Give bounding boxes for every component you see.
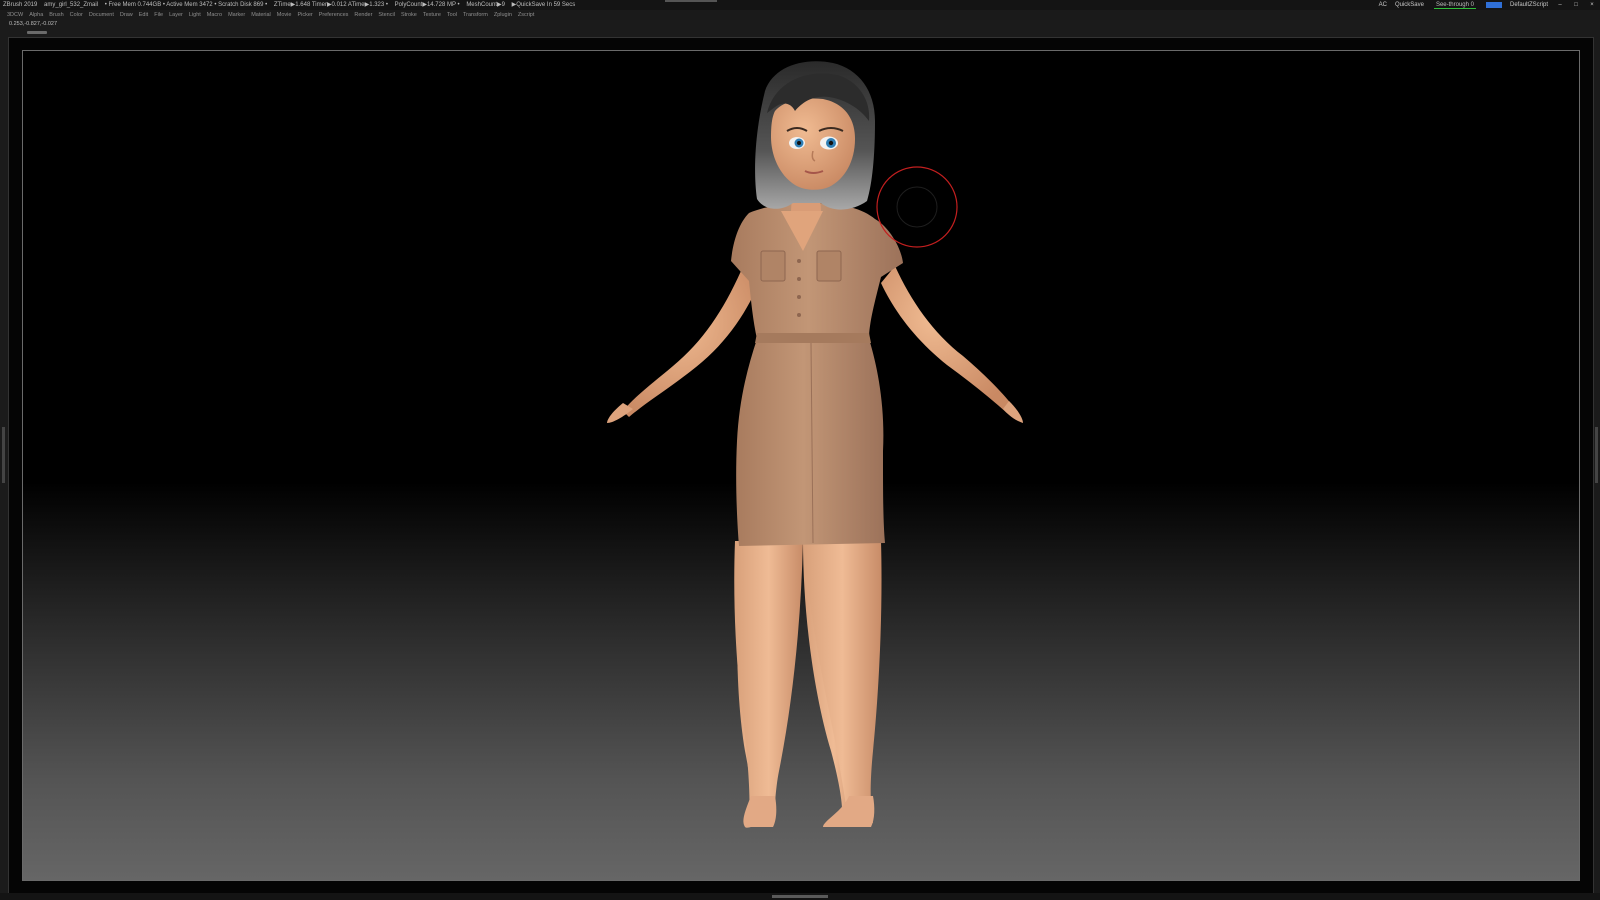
menu-item-3dcw[interactable]: 3DCW [7, 10, 23, 20]
menu-item-transform[interactable]: Transform [463, 10, 488, 20]
title-right-controls: AC QuickSave See-through 0 DefaultZScrip… [1379, 0, 1596, 10]
window-minimize-icon[interactable]: – [1556, 0, 1564, 10]
left-arm [623, 271, 759, 417]
left-pupil [797, 141, 801, 145]
quicksave-countdown: ▶QuickSave In 59 Secs [511, 2, 576, 8]
menu-item-document[interactable]: Document [89, 10, 114, 20]
document-canvas[interactable] [22, 50, 1580, 881]
status-line: ZBrush 2019 amy_girl_532_Zmail • Free Me… [3, 0, 580, 10]
dress-belt [755, 333, 871, 343]
menu-item-marker[interactable]: Marker [228, 10, 245, 20]
menu-item-picker[interactable]: Picker [297, 10, 312, 20]
project-name: amy_girl_532_Zmail [44, 2, 99, 8]
left-pocket [760, 250, 786, 282]
menu-item-tool[interactable]: Tool [447, 10, 457, 20]
menu-bar: 3DCW Alpha Brush Color Document Draw Edit File L… [0, 10, 1600, 20]
menu-item-layer[interactable]: Layer [169, 10, 183, 20]
menu-item-file[interactable]: File [154, 10, 163, 20]
menu-item-zplugin[interactable]: Zplugin [494, 10, 512, 20]
menus-toggle[interactable] [1485, 2, 1502, 8]
menu-item-texture[interactable]: Texture [423, 10, 441, 20]
brush-cursor-inner [896, 186, 938, 228]
menu-item-material[interactable]: Material [251, 10, 271, 20]
menu-item-color[interactable]: Color [70, 10, 83, 20]
window-restore-icon[interactable]: □ [1572, 0, 1580, 10]
menu-items: 3DCW Alpha Brush Color Document Draw Edit File L… [7, 10, 534, 20]
menu-item-alpha[interactable]: Alpha [29, 10, 43, 20]
brush-cursor [876, 166, 958, 248]
see-through-bar [1433, 8, 1476, 9]
left-tray-handle[interactable] [2, 427, 5, 483]
right-pocket [816, 250, 842, 282]
default-zscript-button[interactable]: DefaultZScript [1510, 0, 1548, 10]
dress-skirt [736, 339, 885, 546]
tray-slider[interactable] [27, 31, 47, 34]
window-close-icon[interactable]: × [1588, 0, 1596, 10]
right-arm [881, 266, 1013, 413]
menu-item-edit[interactable]: Edit [139, 10, 148, 20]
meshcount-stat: MeshCount▶9 [466, 2, 505, 8]
menu-item-zscript[interactable]: Zscript [518, 10, 535, 20]
app-name: ZBrush 2019 [3, 2, 38, 8]
menu-item-preferences[interactable]: Preferences [319, 10, 349, 20]
quicksave-button[interactable]: QuickSave [1395, 0, 1424, 10]
time-stats: ZTime▶1.648 Timer▶0.012 ATime▶1.323 • [273, 2, 388, 8]
right-leg-shape [803, 541, 882, 823]
button-3 [797, 295, 801, 299]
left-foot [743, 796, 777, 827]
menu-item-render[interactable]: Render [354, 10, 372, 20]
menu-item-light[interactable]: Light [189, 10, 201, 20]
button-2 [797, 277, 801, 281]
right-foot [823, 796, 875, 827]
menu-item-stencil[interactable]: Stencil [378, 10, 395, 20]
left-leg-shape [734, 541, 803, 823]
button-4 [797, 313, 801, 317]
right-pupil [828, 140, 834, 146]
coordinate-readout: 0.253,-0.827,-0.027 [9, 21, 58, 27]
menu-item-stroke[interactable]: Stroke [401, 10, 417, 20]
menu-item-macro[interactable]: Macro [207, 10, 222, 20]
menu-item-draw[interactable]: Draw [120, 10, 133, 20]
button-1 [797, 259, 801, 263]
right-tray-handle[interactable] [1595, 427, 1598, 483]
memory-stats: • Free Mem 0.744GB • Active Mem 3472 • S… [104, 2, 268, 8]
top-tray-handle[interactable] [665, 0, 717, 2]
title-bar: ZBrush 2019 amy_girl_532_Zmail • Free Me… [0, 0, 1600, 10]
see-through-slider[interactable]: See-through 0 [1432, 0, 1478, 10]
ac-indicator[interactable]: AC [1379, 0, 1387, 10]
menu-item-brush[interactable]: Brush [49, 10, 63, 20]
bottom-tray-handle[interactable] [772, 895, 828, 898]
menu-item-movie[interactable]: Movie [277, 10, 292, 20]
character-model[interactable] [23, 51, 1579, 880]
polycount-stat: PolyCount▶14.728 MP • [394, 2, 460, 8]
